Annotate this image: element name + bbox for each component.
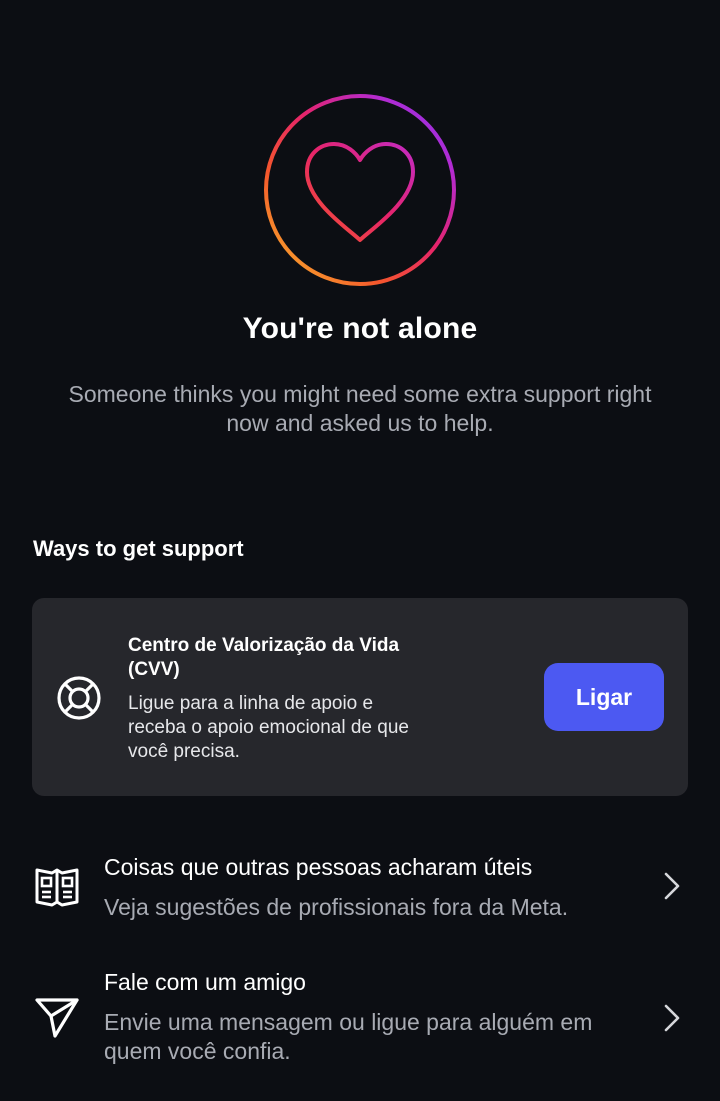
chevron-right-icon — [660, 1002, 684, 1034]
heart-in-gradient-ring-icon — [262, 92, 458, 288]
support-card-title: Centro de Valorização da Vida (CVV) — [128, 635, 400, 680]
support-card-description: Ligue para a linha de apoio e receba o a… — [128, 693, 409, 762]
page-subtitle: Someone thinks you might need some extra… — [68, 381, 652, 436]
list-item-description: Veja sugestões de profissionais fora da … — [104, 894, 569, 920]
send-paper-plane-icon — [33, 992, 81, 1040]
guide-book-icon — [33, 862, 81, 910]
lifebuoy-icon — [55, 674, 103, 722]
chevron-right-icon — [660, 870, 684, 902]
list-item-description: Envie uma mensagem ou ligue para alguém … — [104, 1009, 593, 1064]
list-item-helpful-things[interactable]: Coisas que outras pessoas acharam úteis … — [0, 850, 720, 930]
support-card-cvv: Centro de Valorização da Vida (CVV) Ligu… — [32, 598, 688, 796]
page-title: You're not alone — [242, 312, 478, 345]
section-heading: Ways to get support — [33, 536, 244, 561]
list-item-title: Fale com um amigo — [104, 969, 306, 995]
list-item-title: Coisas que outras pessoas acharam úteis — [104, 854, 533, 880]
list-item-talk-to-friend[interactable]: Fale com um amigo Envie uma mensagem ou … — [0, 965, 720, 1075]
call-button[interactable]: Ligar — [544, 663, 664, 731]
